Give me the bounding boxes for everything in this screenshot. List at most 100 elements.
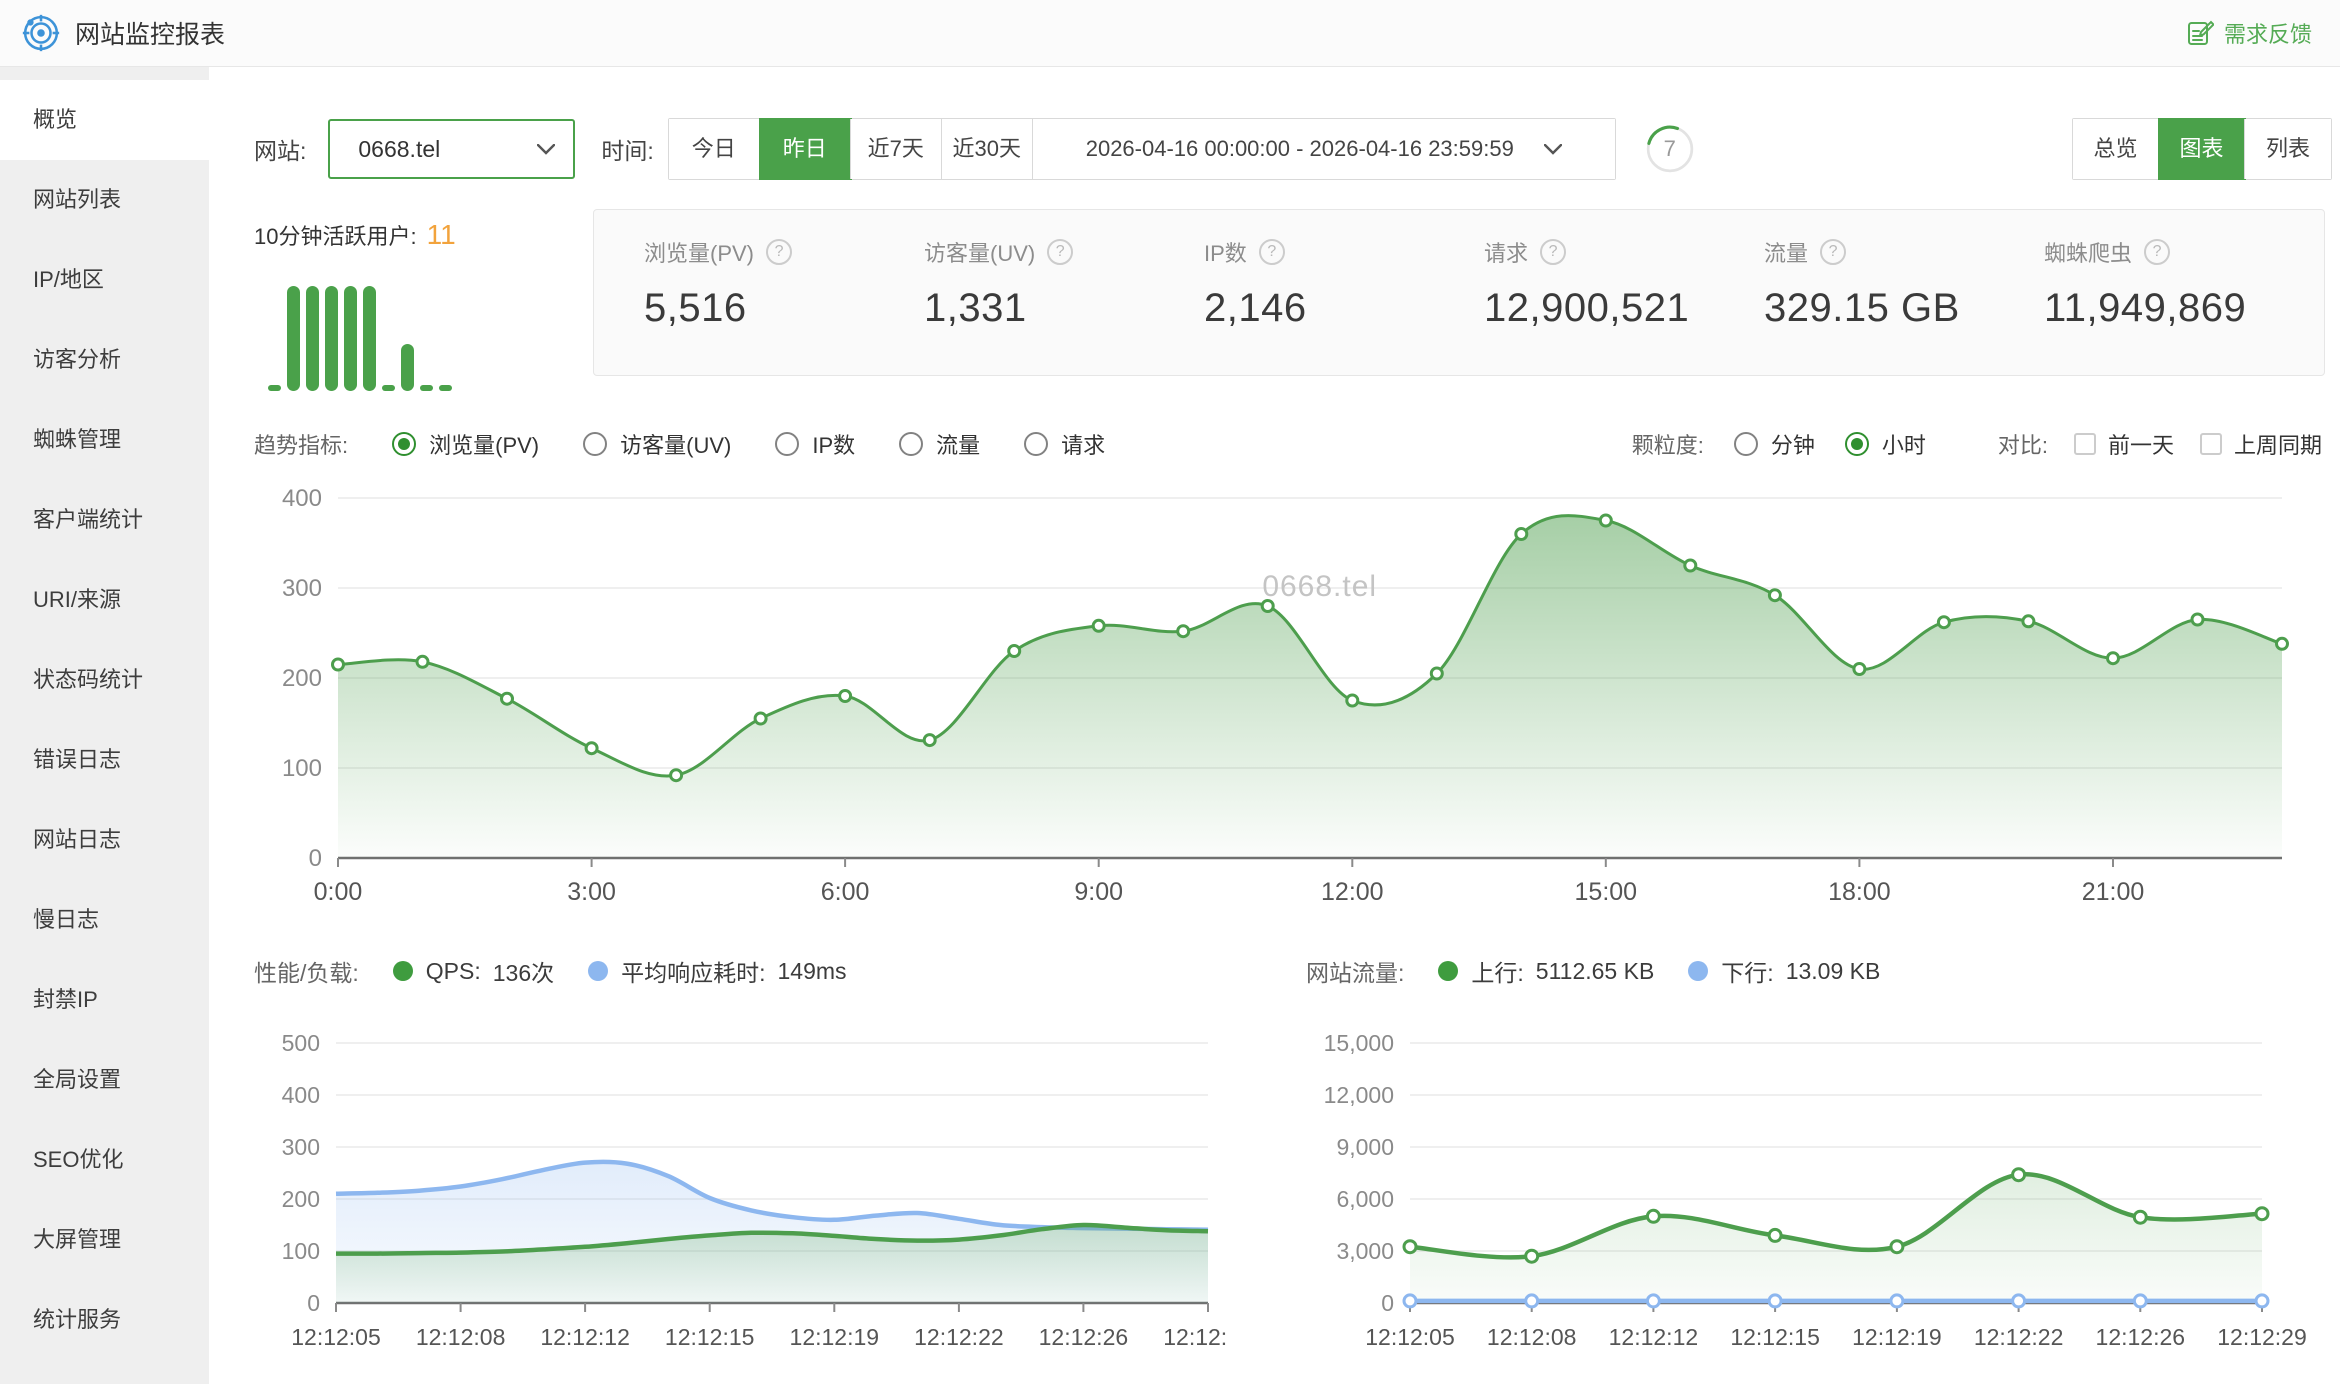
refresh-countdown[interactable]: 7 (1644, 123, 1696, 175)
sidebar-item-spider-management[interactable]: 蜘蛛管理 (0, 400, 209, 480)
sidebar-item-overview[interactable]: 概览 (0, 80, 209, 160)
sidebar-item-site-log[interactable]: 网站日志 (0, 800, 209, 880)
help-icon[interactable]: ? (766, 239, 792, 265)
stat-ip: IP数? 2,146 (1204, 236, 1484, 375)
svg-text:200: 200 (282, 1186, 320, 1212)
compare-previous-day-label: 前一天 (2108, 428, 2174, 460)
stat-pv: 浏览量(PV)? 5,516 (644, 236, 924, 375)
granularity-radio-minute[interactable]: 分钟 (1734, 428, 1815, 460)
compare-checkbox-previous-day[interactable]: 前一天 (2074, 428, 2174, 460)
performance-legend: 性能/负载: QPS: 136次 平均响应耗时: 149ms (254, 954, 847, 988)
radio-icon (1024, 432, 1048, 456)
sidebar-item-big-screen[interactable]: 大屏管理 (0, 1200, 209, 1280)
metric-radio-pv[interactable]: 浏览量(PV) (392, 428, 539, 460)
active-users-panel: 10分钟活跃用户: 11 (254, 209, 584, 391)
date-range-value: 2026-04-16 00:00:00 - 2026-04-16 23:59:5… (1086, 119, 1514, 179)
app-root: 网站监控报表 需求反馈 概览 网站列表 IP/地区 访客分析 蜘蛛管理 客户端统… (0, 0, 2340, 1384)
help-icon[interactable]: ? (1047, 239, 1073, 265)
svg-text:12:12:05: 12:12:05 (291, 1324, 381, 1350)
help-icon[interactable]: ? (1820, 239, 1846, 265)
svg-text:12:12:08: 12:12:08 (416, 1324, 506, 1350)
sidebar-item-visitor-analysis[interactable]: 访客分析 (0, 320, 209, 400)
trend-controls: 趋势指标: 浏览量(PV) 访客量(UV) IP数 流量 请求 颗粒度: 分钟 … (254, 422, 2322, 466)
main-content: 网站: 0668.tel 时间: 今日 昨日 近7天 近30天 2026-04-… (209, 66, 2340, 1384)
svg-text:12,000: 12,000 (1324, 1082, 1394, 1108)
svg-text:6:00: 6:00 (821, 878, 870, 906)
metric-radio-requests[interactable]: 请求 (1024, 428, 1105, 460)
active-users-bar (287, 286, 300, 391)
svg-text:0: 0 (307, 1290, 320, 1316)
time-button-last30days[interactable]: 近30天 (942, 119, 1033, 179)
view-button-list[interactable]: 列表 (2245, 119, 2331, 179)
metric-radio-ip[interactable]: IP数 (775, 428, 855, 460)
app-logo-icon (22, 14, 60, 52)
metric-radio-traffic[interactable]: 流量 (899, 428, 980, 460)
radio-icon (1734, 432, 1758, 456)
stat-uv-value: 1,331 (924, 286, 1204, 331)
pv-trend-chart: 01002003004000:003:006:009:0012:0015:001… (216, 468, 2340, 918)
granularity-label: 颗粒度: (1632, 428, 1704, 460)
metric-radio-uv[interactable]: 访客量(UV) (583, 428, 731, 460)
date-range-picker[interactable]: 2026-04-16 00:00:00 - 2026-04-16 23:59:5… (1033, 119, 1615, 179)
qps-value: 136次 (493, 954, 554, 988)
time-button-yesterday[interactable]: 昨日 (760, 119, 851, 179)
svg-text:9,000: 9,000 (1336, 1134, 1394, 1160)
granularity-minute-label: 分钟 (1771, 428, 1815, 460)
sidebar-item-client-stats[interactable]: 客户端统计 (0, 480, 209, 560)
stat-requests-value: 12,900,521 (1484, 286, 1764, 331)
granularity-radio-hour[interactable]: 小时 (1845, 428, 1926, 460)
svg-text:3:00: 3:00 (567, 878, 616, 906)
stat-pv-value: 5,516 (644, 286, 924, 331)
site-traffic-chart: 03,0006,0009,00012,00015,00012:12:0512:1… (1290, 1020, 2340, 1355)
svg-text:300: 300 (282, 575, 322, 602)
sidebar-item-slow-log[interactable]: 慢日志 (0, 880, 209, 960)
help-icon[interactable]: ? (2144, 239, 2170, 265)
chevron-down-icon (537, 144, 555, 155)
sidebar-item-site-list[interactable]: 网站列表 (0, 160, 209, 240)
site-select[interactable]: 0668.tel (328, 119, 575, 179)
sidebar-item-uri-source[interactable]: URI/来源 (0, 560, 209, 640)
svg-text:100: 100 (282, 755, 322, 782)
sidebar-item-seo[interactable]: SEO优化 (0, 1120, 209, 1200)
compare-last-week-label: 上周同期 (2234, 428, 2322, 460)
active-users-bar (420, 385, 433, 391)
feedback-button[interactable]: 需求反馈 (2186, 17, 2312, 49)
time-label: 时间: (601, 132, 653, 166)
svg-text:12:12:22: 12:12:22 (1974, 1324, 2064, 1350)
view-button-chart[interactable]: 图表 (2159, 119, 2245, 179)
compare-checkbox-same-day-last-week[interactable]: 上周同期 (2200, 428, 2322, 460)
radio-icon (775, 432, 799, 456)
feedback-edit-icon (2186, 19, 2214, 47)
time-button-today[interactable]: 今日 (669, 119, 760, 179)
stat-requests: 请求? 12,900,521 (1484, 236, 1764, 375)
time-button-last7days[interactable]: 近7天 (851, 119, 942, 179)
active-users-bar (344, 286, 357, 391)
active-users-label: 10分钟活跃用户: (254, 219, 417, 251)
sidebar-item-ip-region[interactable]: IP/地区 (0, 240, 209, 320)
sidebar-item-global-settings[interactable]: 全局设置 (0, 1040, 209, 1120)
svg-text:0668.tel: 0668.tel (1262, 570, 1377, 603)
view-button-overview[interactable]: 总览 (2073, 119, 2159, 179)
active-users-bar (325, 286, 338, 391)
sidebar-item-stats-service[interactable]: 统计服务 (0, 1280, 209, 1360)
stat-spider-value: 11,949,869 (2044, 286, 2324, 331)
performance-load-chart: 010020030040050012:12:0512:12:0812:12:12… (216, 1020, 1226, 1355)
metric-radio-requests-label: 请求 (1061, 428, 1105, 460)
svg-text:12:12:26: 12:12:26 (1039, 1324, 1129, 1350)
sidebar-item-banned-ip[interactable]: 封禁IP (0, 960, 209, 1040)
green-dot-icon (1438, 961, 1458, 981)
stat-uv-label: 访客量(UV) (924, 236, 1035, 268)
sidebar-item-status-code-stats[interactable]: 状态码统计 (0, 640, 209, 720)
svg-text:6,000: 6,000 (1336, 1186, 1394, 1212)
stat-uv: 访客量(UV)? 1,331 (924, 236, 1204, 375)
svg-text:500: 500 (282, 1030, 320, 1056)
radio-icon (583, 432, 607, 456)
metric-radio-pv-label: 浏览量(PV) (429, 428, 539, 460)
help-icon[interactable]: ? (1540, 239, 1566, 265)
view-toggle-group: 总览 图表 列表 (2072, 118, 2332, 180)
svg-text:400: 400 (282, 1082, 320, 1108)
sidebar-item-error-log[interactable]: 错误日志 (0, 720, 209, 800)
upstream-label: 上行: (1471, 954, 1523, 988)
help-icon[interactable]: ? (1259, 239, 1285, 265)
sidebar: 概览 网站列表 IP/地区 访客分析 蜘蛛管理 客户端统计 URI/来源 状态码… (0, 66, 209, 1384)
